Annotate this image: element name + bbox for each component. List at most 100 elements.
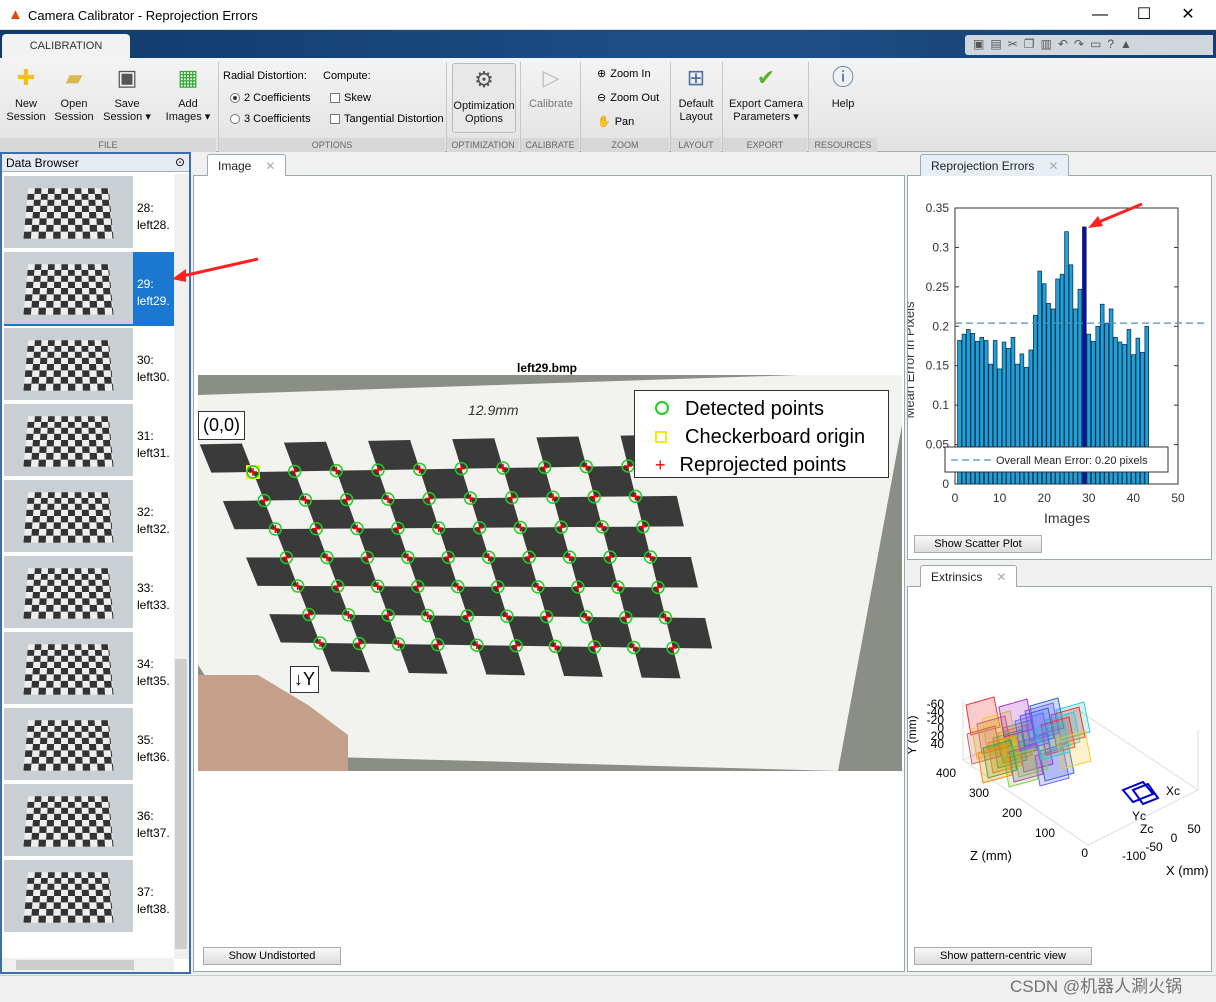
layout-icon: ⊞	[686, 65, 706, 90]
thumbnail-item[interactable]: 34: left35.	[4, 632, 174, 706]
thumbnail-item[interactable]: 36: left37.	[4, 784, 174, 858]
scrollbar-thumb[interactable]	[175, 659, 187, 949]
item-name: left33.	[137, 598, 170, 612]
checker-square	[633, 647, 681, 679]
skew-checkbox[interactable]: Skew	[330, 92, 371, 104]
show-scatter-plot-button[interactable]: Show Scatter Plot	[914, 535, 1042, 553]
camera-icon	[1121, 780, 1160, 806]
pan-button[interactable]: ✋ Pan	[597, 115, 634, 129]
group-resources: RESOURCES	[809, 138, 877, 152]
window-icon[interactable]: ▭	[1090, 37, 1101, 53]
radio-2-coefficients[interactable]: 2 Coefficients	[230, 92, 310, 104]
thumbnail-image	[4, 480, 133, 552]
extrinsics-plot[interactable]: Y (mm) Z (mm) X (mm) -60-40-200204040030…	[908, 640, 1212, 885]
optimization-options-button[interactable]: ⚙ Optimization Options	[452, 63, 516, 133]
radio-3-coefficients[interactable]: 3 Coefficients	[230, 113, 310, 125]
show-undistorted-button[interactable]: Show Undistorted	[203, 947, 341, 965]
close-tab-icon[interactable]: ✕	[1048, 159, 1058, 173]
tab-calibration[interactable]: CALIBRATION	[2, 34, 130, 60]
thumbnail-item[interactable]: 28: left28.	[4, 176, 174, 250]
group-optimization: OPTIMIZATION	[447, 138, 519, 152]
zoom-out-button[interactable]: ⊖ Zoom Out	[597, 91, 659, 105]
zoom-in-icon: ⊕	[597, 68, 607, 80]
item-number: 33:	[137, 581, 154, 595]
item-name: left37.	[137, 826, 170, 840]
close-tab-icon[interactable]: ✕	[265, 159, 275, 173]
new-session-button[interactable]: ✚ New Session	[4, 64, 48, 124]
x-tick-label: 50	[1171, 491, 1185, 505]
close-button[interactable]: ✕	[1168, 4, 1208, 26]
save-icon[interactable]: ▤	[990, 37, 1001, 53]
save-session-button[interactable]: ▣ Save Session ▾	[98, 64, 156, 124]
paste-icon[interactable]: ▥	[1041, 37, 1052, 53]
add-images-button[interactable]: ▦ Add Images ▾	[160, 64, 216, 124]
thumbnail-image	[4, 328, 133, 400]
vertical-scrollbar[interactable]	[174, 174, 189, 959]
new-icon[interactable]: ▣	[973, 37, 984, 53]
checker-square	[552, 496, 603, 528]
item-name: left29.	[137, 294, 170, 308]
tab-extrinsics[interactable]: Extrinsics ✕	[920, 565, 1018, 587]
item-number: 29:	[137, 277, 154, 291]
redo-icon[interactable]: ↷	[1074, 37, 1084, 53]
thumbnail-image	[4, 708, 133, 780]
thumbnail-image	[4, 632, 133, 704]
group-zoom: ZOOM	[581, 138, 669, 152]
tab-reprojection-errors[interactable]: Reprojection Errors ✕	[920, 154, 1070, 176]
thumbnail-item[interactable]: 32: left32.	[4, 480, 174, 554]
minimize-button[interactable]: —	[1080, 4, 1120, 26]
thumbnail-item[interactable]: 35: left36.	[4, 708, 174, 782]
show-pattern-centric-view-button[interactable]: Show pattern-centric view	[914, 947, 1092, 965]
camera-axis-label: Xc	[1166, 784, 1180, 798]
group-file: FILE	[0, 138, 216, 152]
cut-icon[interactable]: ✂	[1008, 37, 1018, 53]
copy-icon[interactable]: ❐	[1024, 37, 1035, 53]
thumbnail-image	[4, 404, 133, 476]
checker-square	[503, 467, 553, 498]
y-label: Y (mm)	[908, 715, 919, 754]
undo-icon[interactable]: ↶	[1058, 37, 1068, 53]
thumbnail-item[interactable]: 31: left31.	[4, 404, 174, 478]
collapse-icon[interactable]: ▲	[1120, 37, 1132, 53]
help-icon[interactable]: ?	[1107, 37, 1114, 53]
chevron-down-icon[interactable]: ⊙	[175, 155, 185, 169]
thumbnail-image	[4, 860, 133, 932]
help-button[interactable]: ⓘ Help	[814, 64, 872, 111]
thumbnail-item[interactable]: 30: left30.	[4, 328, 174, 402]
y-axis-label: ↓Y	[290, 666, 320, 693]
legend-reprojected: + Reprojected points	[655, 454, 847, 476]
origin-label: (0,0)	[198, 411, 246, 440]
thumbnail-item[interactable]: 37: left38.	[4, 860, 174, 934]
x-axis-title: Images	[1044, 510, 1090, 526]
default-layout-button[interactable]: ⊞ Default Layout	[674, 64, 718, 124]
error-bar	[1064, 231, 1069, 485]
window-title: Camera Calibrator - Reprojection Errors	[28, 8, 258, 23]
camera-axis-label: Yc	[1132, 809, 1146, 823]
horizontal-scrollbar[interactable]	[2, 958, 174, 972]
legend-detected: Detected points	[655, 395, 888, 423]
group-options: OPTIONS	[219, 138, 445, 152]
item-name: left28.	[137, 218, 170, 232]
thumbnail-item[interactable]: 33: left33.	[4, 556, 174, 630]
data-browser-header: Data Browser ⊙	[2, 154, 189, 172]
checker-square	[602, 526, 651, 558]
item-number: 36:	[137, 809, 154, 823]
y-tick-label: 0.3	[932, 240, 949, 254]
zoom-in-button[interactable]: ⊕ Zoom In	[597, 67, 651, 81]
title-bar: ▲ Camera Calibrator - Reprojection Error…	[0, 0, 1216, 30]
tangential-checkbox[interactable]: Tangential Distortion	[330, 113, 444, 125]
z-tick-label: 100	[1035, 826, 1055, 840]
x-tick-label: 50	[1187, 822, 1201, 836]
item-number: 30:	[137, 353, 154, 367]
calibrate-button[interactable]: ▷ Calibrate	[524, 64, 578, 111]
maximize-button[interactable]: ☐	[1124, 4, 1164, 26]
legend-origin: Checkerboard origin	[655, 423, 888, 451]
z-tick-label: 0	[1081, 846, 1088, 860]
thumbnail-item[interactable]: 29: left29.	[4, 252, 174, 326]
close-tab-icon[interactable]: ✕	[996, 570, 1006, 584]
tab-image[interactable]: Image ✕	[207, 154, 287, 176]
open-session-button[interactable]: ▰ Open Session	[52, 64, 96, 124]
item-name: left31.	[137, 446, 170, 460]
item-number: 31:	[137, 429, 154, 443]
export-camera-parameters-button[interactable]: ✔ Export Camera Parameters ▾	[726, 64, 806, 124]
